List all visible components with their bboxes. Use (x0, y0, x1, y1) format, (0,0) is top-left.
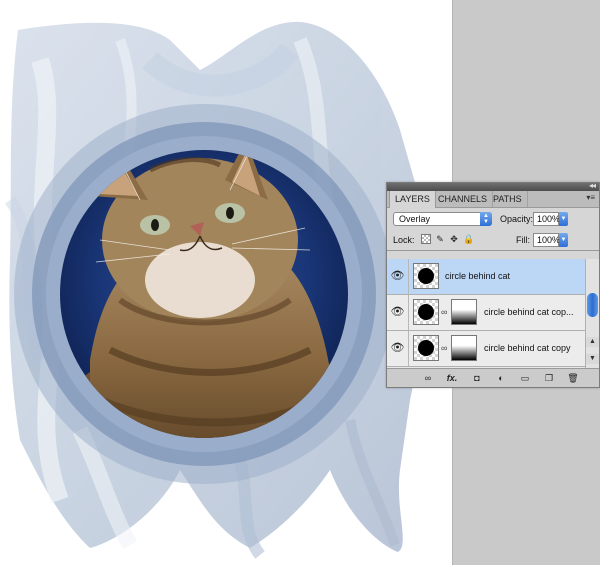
tab-paths[interactable]: PATHS (488, 191, 528, 207)
fill-label: Fill: (516, 235, 530, 245)
panel-menu-icon[interactable]: ▾≡ (586, 193, 595, 202)
panel-titlebar[interactable]: ◂◂ (387, 182, 599, 191)
layer-style-fx-icon[interactable]: fx. (445, 371, 459, 385)
layer-mask-thumbnail[interactable] (451, 299, 477, 325)
blend-mode-select[interactable]: Overlay ▲ ▼ (393, 212, 492, 226)
layer-name: circle behind cat cop... (484, 307, 574, 317)
layer-name: circle behind cat (445, 271, 511, 281)
panel-tab-row: LAYERS CHANNELS PATHS ▾≡ (387, 191, 599, 208)
lock-row: Lock: ✎ ✥ 🔒 Fill: 100% ▼ (387, 230, 599, 251)
layer-thumbnail (413, 263, 439, 289)
new-group-folder-icon[interactable]: ▭ (519, 371, 531, 385)
layers-panel: ◂◂ LAYERS CHANNELS PATHS ▾≡ Overlay ▲ ▼ O… (386, 182, 600, 388)
lock-position-move-icon[interactable]: ✥ (449, 234, 459, 244)
opacity-dropdown-icon[interactable]: ▼ (559, 212, 568, 226)
fill-field[interactable]: 100% (533, 233, 560, 247)
layer-list: 👁 circle behind cat 👁 ∞ circle behind ca… (387, 259, 585, 369)
tab-channels[interactable]: CHANNELS (433, 191, 494, 207)
scroll-down-arrow-icon[interactable]: ▼ (586, 354, 599, 364)
tab-layers[interactable]: LAYERS (389, 191, 436, 208)
lock-image-brush-icon[interactable]: ✎ (435, 234, 445, 244)
layer-thumbnail (413, 335, 439, 361)
scroll-up-arrow-icon[interactable]: ▲ (586, 337, 599, 347)
lock-all-icon[interactable]: 🔒 (463, 234, 474, 244)
trash-icon[interactable]: 🗑 (567, 371, 579, 385)
fill-dropdown-icon[interactable]: ▼ (559, 233, 568, 247)
scrollbar-thumb[interactable] (587, 293, 598, 317)
layers-scrollbar[interactable]: ▲ ▼ (585, 259, 599, 369)
visibility-eye-icon[interactable]: 👁 (387, 295, 409, 330)
layer-thumbnail (413, 299, 439, 325)
panel-footer: ∞ fx. ◘ ◐ ▭ ❐ 🗑 (387, 368, 599, 387)
opacity-field[interactable]: 100% (533, 212, 560, 226)
blend-mode-value: Overlay (399, 214, 431, 224)
lock-transparency-icon[interactable] (421, 234, 431, 244)
add-mask-icon[interactable]: ◘ (471, 371, 483, 385)
lock-label: Lock: (393, 235, 415, 245)
layer-name: circle behind cat copy (484, 343, 571, 353)
document-canvas[interactable] (0, 0, 452, 565)
collapse-icon[interactable]: ◂◂ (589, 182, 596, 190)
blend-row: Overlay ▲ ▼ Opacity: 100% ▼ (387, 208, 599, 230)
link-layers-icon[interactable]: ∞ (421, 371, 435, 385)
layer-row[interactable]: 👁 ∞ circle behind cat cop... (387, 295, 585, 331)
mask-link-icon[interactable]: ∞ (441, 343, 447, 353)
visibility-eye-icon[interactable]: 👁 (387, 331, 409, 366)
new-layer-icon[interactable]: ❐ (543, 371, 555, 385)
layer-row[interactable]: 👁 circle behind cat (387, 259, 585, 295)
layer-row[interactable]: 👁 ∞ circle behind cat copy (387, 331, 585, 367)
visibility-eye-icon[interactable]: 👁 (387, 259, 409, 294)
artwork (5, 21, 426, 559)
stepper-icon: ▲ ▼ (480, 212, 492, 226)
opacity-label: Opacity: (500, 214, 534, 224)
mask-link-icon[interactable]: ∞ (441, 307, 447, 317)
adjustment-layer-icon[interactable]: ◐ (495, 371, 507, 385)
layer-mask-thumbnail[interactable] (451, 335, 477, 361)
